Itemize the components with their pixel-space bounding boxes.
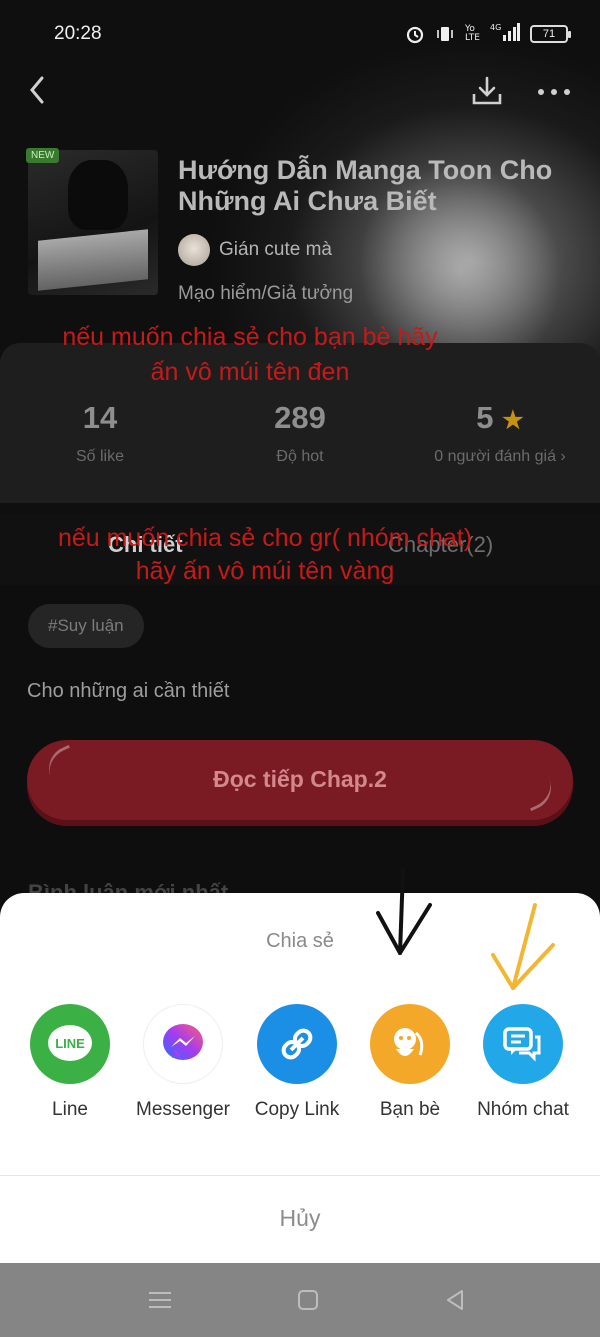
app-screen: 20:28 Yo LTE 4G 71 NEW Hướng Dẫn Manga To… [0, 0, 600, 1337]
description-text: Cho những ai cần thiết [27, 680, 230, 702]
status-bar: 20:28 Yo LTE 4G 71 [0, 0, 600, 70]
manga-title: Hướng Dẫn Manga Toon Cho Những Ai Chưa B… [178, 155, 553, 216]
link-icon[interactable] [257, 1004, 337, 1084]
download-icon[interactable] [470, 74, 504, 108]
rating-count-label: 0 người đánh giá [434, 448, 556, 465]
alarm-icon [406, 26, 424, 44]
cancel-button[interactable]: Hủy [0, 1205, 600, 1232]
share-copy-link-label: Copy Link [254, 1099, 340, 1120]
share-line[interactable]: LINE Line [10, 1004, 130, 1121]
black-arrow-annotation [376, 868, 432, 955]
status-time: 20:28 [54, 23, 102, 44]
back-nav-icon[interactable] [440, 1285, 470, 1315]
cover-image[interactable] [28, 150, 158, 295]
vibrate-icon [437, 27, 453, 41]
new-badge: NEW [26, 148, 60, 163]
svg-text:LINE: LINE [55, 1036, 85, 1051]
status-icons: Yo LTE 4G 71 [405, 22, 571, 46]
share-copy-link[interactable]: Copy Link [237, 1004, 357, 1121]
friends-icon[interactable] [370, 1004, 450, 1084]
back-arrow-icon[interactable] [24, 72, 54, 108]
signal-icon: 4G [490, 22, 520, 46]
likes-label: Số like [75, 448, 125, 465]
yellow-arrow-annotation [491, 903, 555, 990]
rating-value: 5 [476, 400, 494, 435]
share-line-label: Line [52, 1099, 88, 1120]
stat-hot: 289 Độ hot [250, 400, 350, 466]
home-icon[interactable] [293, 1285, 323, 1315]
continue-reading-button[interactable]: Đọc tiếp Chap.2 [27, 740, 573, 820]
hot-label: Độ hot [276, 448, 324, 465]
stat-rating[interactable]: 5 ★ 0 người đánh giá › [420, 400, 580, 466]
volte-icon: Yo LTE [465, 24, 480, 43]
share-friends[interactable]: Bạn bè [350, 1004, 470, 1121]
tag-chip[interactable]: #Suy luận [28, 604, 144, 648]
menu-icon[interactable] [145, 1285, 175, 1315]
network-type-label: 4G [490, 23, 501, 32]
share-group-chat[interactable]: Nhóm chat [463, 1004, 583, 1121]
more-options-icon[interactable] [536, 82, 572, 102]
chevron-right-icon: › [560, 448, 566, 465]
author-row[interactable]: Gián cute mà [178, 234, 332, 266]
likes-count: 14 [82, 400, 118, 435]
share-friends-label: Bạn bè [379, 1099, 441, 1120]
continue-reading-label: Đọc tiếp Chap.2 [213, 766, 387, 792]
battery-icon: 71 [530, 25, 571, 43]
line-icon[interactable]: LINE [30, 1004, 110, 1084]
messenger-icon[interactable] [143, 1004, 223, 1084]
stat-likes: 14 Số like [50, 400, 150, 466]
share-messenger[interactable]: Messenger [123, 1004, 243, 1121]
sheet-divider [0, 1175, 600, 1176]
group-chat-icon[interactable] [483, 1004, 563, 1084]
author-name[interactable]: Gián cute mà [219, 239, 332, 261]
star-icon: ★ [502, 407, 524, 434]
share-group-chat-label: Nhóm chat [477, 1099, 569, 1120]
annotation-group: nếu muốn chia sẻ cho gr( nhóm chat) hãy … [57, 524, 473, 585]
genre-label: Mạo hiểm/Giả tưởng [178, 283, 354, 304]
hot-count: 289 [274, 400, 326, 435]
annotation-friends: nếu muốn chia sẻ cho bạn bè hãy ấn vô mú… [62, 323, 438, 386]
avatar[interactable] [178, 234, 210, 266]
share-messenger-label: Messenger [136, 1099, 230, 1120]
